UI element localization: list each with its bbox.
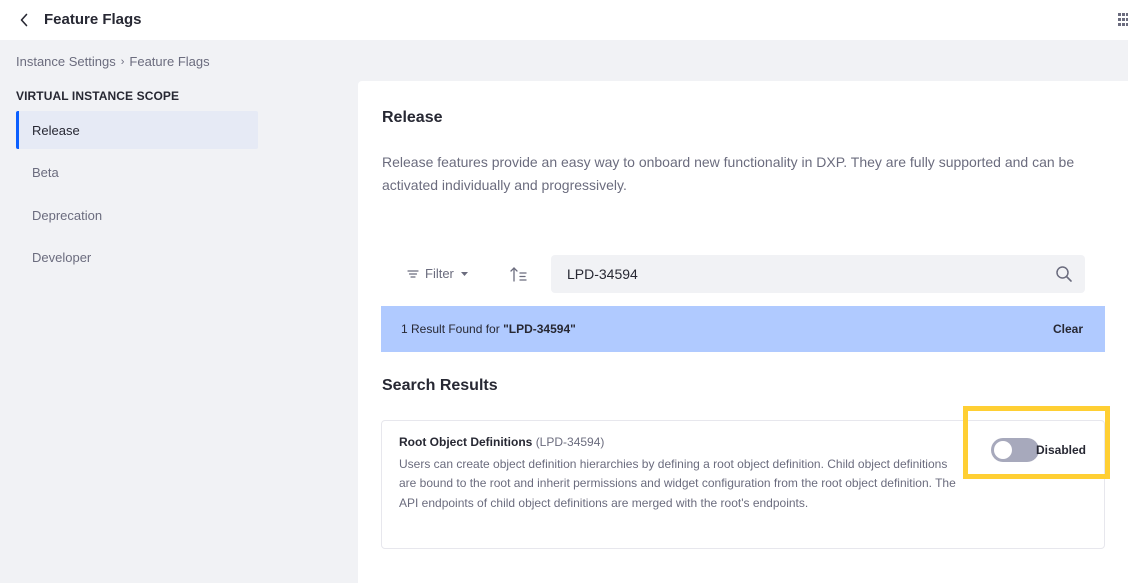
clear-search-button[interactable]: Clear (1053, 322, 1083, 336)
management-toolbar: Filter (381, 255, 1105, 295)
result-query: "LPD-34594" (503, 322, 576, 336)
sidebar-item-release[interactable]: Release (16, 111, 258, 149)
breadcrumb-item-feature-flags: Feature Flags (129, 54, 210, 69)
feature-flag-key: (LPD-34594) (535, 435, 605, 449)
page-title: Feature Flags (44, 11, 142, 28)
feature-flag-description: Users can create object definition hiera… (399, 457, 956, 510)
feature-flag-name: Root Object Definitions (399, 435, 533, 449)
section-description: Release features provide an easy way to … (382, 154, 1075, 193)
apps-menu-button[interactable] (1110, 12, 1128, 28)
filter-dropdown-button[interactable]: Filter (407, 266, 469, 281)
breadcrumb: Instance Settings › Feature Flags (16, 54, 210, 69)
search-results-title: Search Results (382, 377, 498, 394)
search-input[interactable] (551, 255, 1041, 293)
breadcrumb-item-instance-settings[interactable]: Instance Settings (16, 54, 116, 69)
scope-heading: VIRTUAL INSTANCE SCOPE (16, 89, 180, 103)
breadcrumb-separator: › (120, 55, 125, 68)
chevron-left-icon (20, 13, 28, 27)
highlight-box (963, 406, 1110, 479)
filter-label: Filter (425, 266, 454, 281)
sidebar-nav: Release Beta Deprecation Developer (16, 111, 258, 281)
search-button[interactable] (1055, 265, 1073, 283)
result-summary: 1 Result Found for "LPD-34594" (401, 322, 576, 336)
top-bar: Feature Flags (0, 0, 1128, 40)
sort-order-button[interactable] (508, 264, 530, 286)
feature-flag-title: Root Object Definitions (LPD-34594) (399, 435, 604, 449)
section-title: Release (382, 109, 443, 126)
sidebar-item-developer[interactable]: Developer (16, 239, 258, 277)
filter-icon (407, 269, 419, 278)
grid-icon (1118, 13, 1128, 26)
search-icon (1056, 266, 1072, 282)
search-box (551, 255, 1085, 293)
result-prefix: 1 Result Found for (401, 322, 504, 336)
back-button[interactable] (14, 9, 34, 31)
search-result-bar: 1 Result Found for "LPD-34594" Clear (381, 306, 1105, 352)
sort-order-icon (510, 267, 527, 282)
sidebar-item-beta[interactable]: Beta (16, 154, 258, 192)
sidebar-item-deprecation[interactable]: Deprecation (16, 196, 258, 234)
main-panel: Release Release features provide an easy… (358, 81, 1128, 583)
caret-down-icon (460, 271, 468, 276)
